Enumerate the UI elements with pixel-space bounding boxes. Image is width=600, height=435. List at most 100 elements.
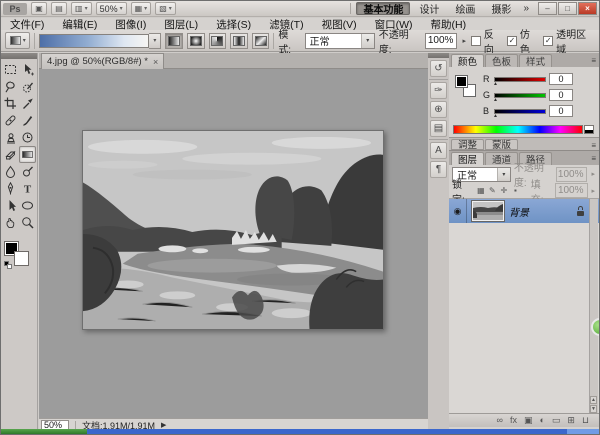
menu-view[interactable]: 视图(V): [313, 18, 366, 31]
reverse-checkbox[interactable]: ✓ 反向: [470, 26, 503, 56]
menu-help[interactable]: 帮助(H): [422, 18, 476, 31]
add-mask-icon[interactable]: ▣: [524, 416, 533, 425]
brush-tool[interactable]: [19, 112, 36, 129]
minimize-button[interactable]: –: [538, 2, 557, 15]
new-layer-icon[interactable]: ⊞: [567, 416, 575, 425]
eraser-tool[interactable]: [2, 146, 19, 163]
default-colors-icon-bg[interactable]: [7, 264, 12, 269]
layer-thumbnail[interactable]: [472, 201, 504, 221]
zoom-tool[interactable]: [19, 214, 36, 231]
screen-mode-button[interactable]: ▧ ▾: [155, 2, 176, 15]
gradient-tool-preset-button[interactable]: ▾: [5, 32, 31, 49]
dodge-tool[interactable]: [19, 163, 36, 180]
adjustment-layer-icon[interactable]: ◐: [539, 416, 544, 425]
lock-all-icon[interactable]: ▪: [511, 186, 520, 195]
diamond-gradient-button[interactable]: [251, 32, 270, 49]
status-menu-arrow[interactable]: ▶: [161, 421, 166, 429]
panel-menu-icon[interactable]: ≡: [591, 154, 596, 163]
menu-file[interactable]: 文件(F): [1, 18, 53, 31]
brush-presets-panel-button[interactable]: ✑: [430, 82, 447, 99]
pen-tool[interactable]: [2, 180, 19, 197]
scroll-down-icon[interactable]: ▼: [590, 405, 597, 413]
gradient-tool[interactable]: [19, 146, 36, 163]
red-slider[interactable]: ▲: [493, 76, 546, 87]
document-tab[interactable]: 4.jpg @ 50%(RGB/8#) * ×: [41, 53, 165, 69]
workspace-essentials-button[interactable]: 基本功能: [356, 2, 411, 16]
dither-checkbox[interactable]: ✓ 仿色: [507, 26, 539, 56]
restore-button[interactable]: □: [558, 2, 577, 15]
shape-tool[interactable]: [19, 197, 36, 214]
green-value-field[interactable]: 0: [549, 89, 573, 101]
dock-header[interactable]: [428, 53, 449, 58]
green-slider[interactable]: ▲: [493, 92, 546, 103]
layer-row-background[interactable]: ◉ 背景: [449, 199, 599, 223]
opacity-value-field[interactable]: 100%: [424, 32, 458, 49]
layer-comps-panel-button[interactable]: ▤: [430, 120, 447, 137]
menu-image[interactable]: 图像(I): [106, 18, 155, 31]
hand-tool[interactable]: [2, 214, 19, 231]
start-button-fragment[interactable]: [1, 429, 87, 434]
character-panel-button[interactable]: A: [430, 142, 447, 159]
tab-layers[interactable]: 图层: [451, 152, 485, 166]
lock-image-icon[interactable]: ✎: [488, 186, 497, 195]
layer-visibility-toggle[interactable]: ◉: [449, 199, 467, 223]
slider-thumb-icon[interactable]: ▲: [493, 81, 498, 87]
menu-layer[interactable]: 图层(L): [155, 18, 207, 31]
tab-close-icon[interactable]: ×: [153, 57, 158, 67]
foreground-color-swatch[interactable]: [455, 75, 468, 88]
view-extras-button[interactable]: ▥ ▾: [71, 2, 92, 15]
arrange-documents-button[interactable]: ▦ ▾: [130, 2, 152, 15]
gradient-preview[interactable]: [39, 33, 150, 48]
photo-image[interactable]: [82, 130, 384, 330]
tab-adjustments[interactable]: 调整: [451, 138, 485, 151]
angle-gradient-button[interactable]: [208, 32, 227, 49]
clone-stamp-tool[interactable]: [2, 129, 19, 146]
blend-mode-select[interactable]: 正常 ▾: [304, 32, 375, 49]
tab-color[interactable]: 颜色: [451, 54, 485, 68]
link-layers-icon[interactable]: ∞: [497, 416, 503, 425]
layers-scrollbar[interactable]: ▲ ▼: [589, 199, 598, 413]
tab-masks[interactable]: 蒙版: [485, 138, 519, 151]
launch-bridge-button[interactable]: ▣: [31, 2, 47, 15]
slider-thumb-icon[interactable]: ▲: [493, 113, 498, 119]
layer-style-fx-icon[interactable]: fx: [510, 416, 517, 425]
red-value-field[interactable]: 0: [549, 73, 573, 85]
move-tool[interactable]: [19, 61, 36, 78]
workspace-photography-button[interactable]: 摄影: [484, 2, 518, 16]
mini-bridge-button[interactable]: ▤: [51, 2, 67, 15]
healing-brush-tool[interactable]: [2, 112, 19, 129]
type-tool[interactable]: T: [19, 180, 36, 197]
color-spectrum-ramp[interactable]: [453, 125, 594, 134]
gradient-picker-arrow[interactable]: ▾: [149, 32, 162, 49]
crop-tool[interactable]: [2, 95, 19, 112]
quick-selection-tool[interactable]: [19, 78, 36, 95]
opacity-slider-arrow[interactable]: ▸: [461, 37, 467, 45]
slider-thumb-icon[interactable]: ▲: [493, 97, 498, 103]
close-button[interactable]: ×: [578, 2, 597, 15]
panel-menu-icon[interactable]: ≡: [591, 56, 596, 65]
workspace-painting-button[interactable]: 绘画: [448, 2, 482, 16]
zoom-level-dropdown[interactable]: 50% ▾: [95, 2, 127, 15]
background-color-swatch[interactable]: [14, 251, 29, 266]
lock-transparency-icon[interactable]: ▦: [477, 186, 486, 195]
lock-position-icon[interactable]: ✛: [500, 186, 509, 195]
radial-gradient-button[interactable]: [186, 32, 205, 49]
delete-layer-icon[interactable]: ⊔: [582, 416, 589, 425]
menu-select[interactable]: 选择(S): [207, 18, 260, 31]
blur-tool[interactable]: [2, 163, 19, 180]
lasso-tool[interactable]: [2, 78, 19, 95]
path-selection-tool[interactable]: [2, 197, 19, 214]
transparency-checkbox[interactable]: ✓ 透明区域: [543, 26, 595, 56]
rectangular-marquee-tool[interactable]: [2, 61, 19, 78]
tab-swatches[interactable]: 色板: [485, 54, 519, 68]
menu-edit[interactable]: 编辑(E): [53, 18, 106, 31]
linear-gradient-button[interactable]: [165, 32, 183, 49]
scroll-up-icon[interactable]: ▲: [590, 396, 597, 404]
blue-value-field[interactable]: 0: [549, 105, 573, 117]
eyedropper-tool[interactable]: [19, 95, 36, 112]
blue-slider[interactable]: ▲: [493, 108, 546, 119]
reflected-gradient-button[interactable]: [230, 32, 248, 49]
spectrum-bw-end[interactable]: [584, 125, 594, 134]
paragraph-panel-button[interactable]: ¶: [430, 161, 447, 178]
clone-source-panel-button[interactable]: ⊕: [430, 101, 447, 118]
